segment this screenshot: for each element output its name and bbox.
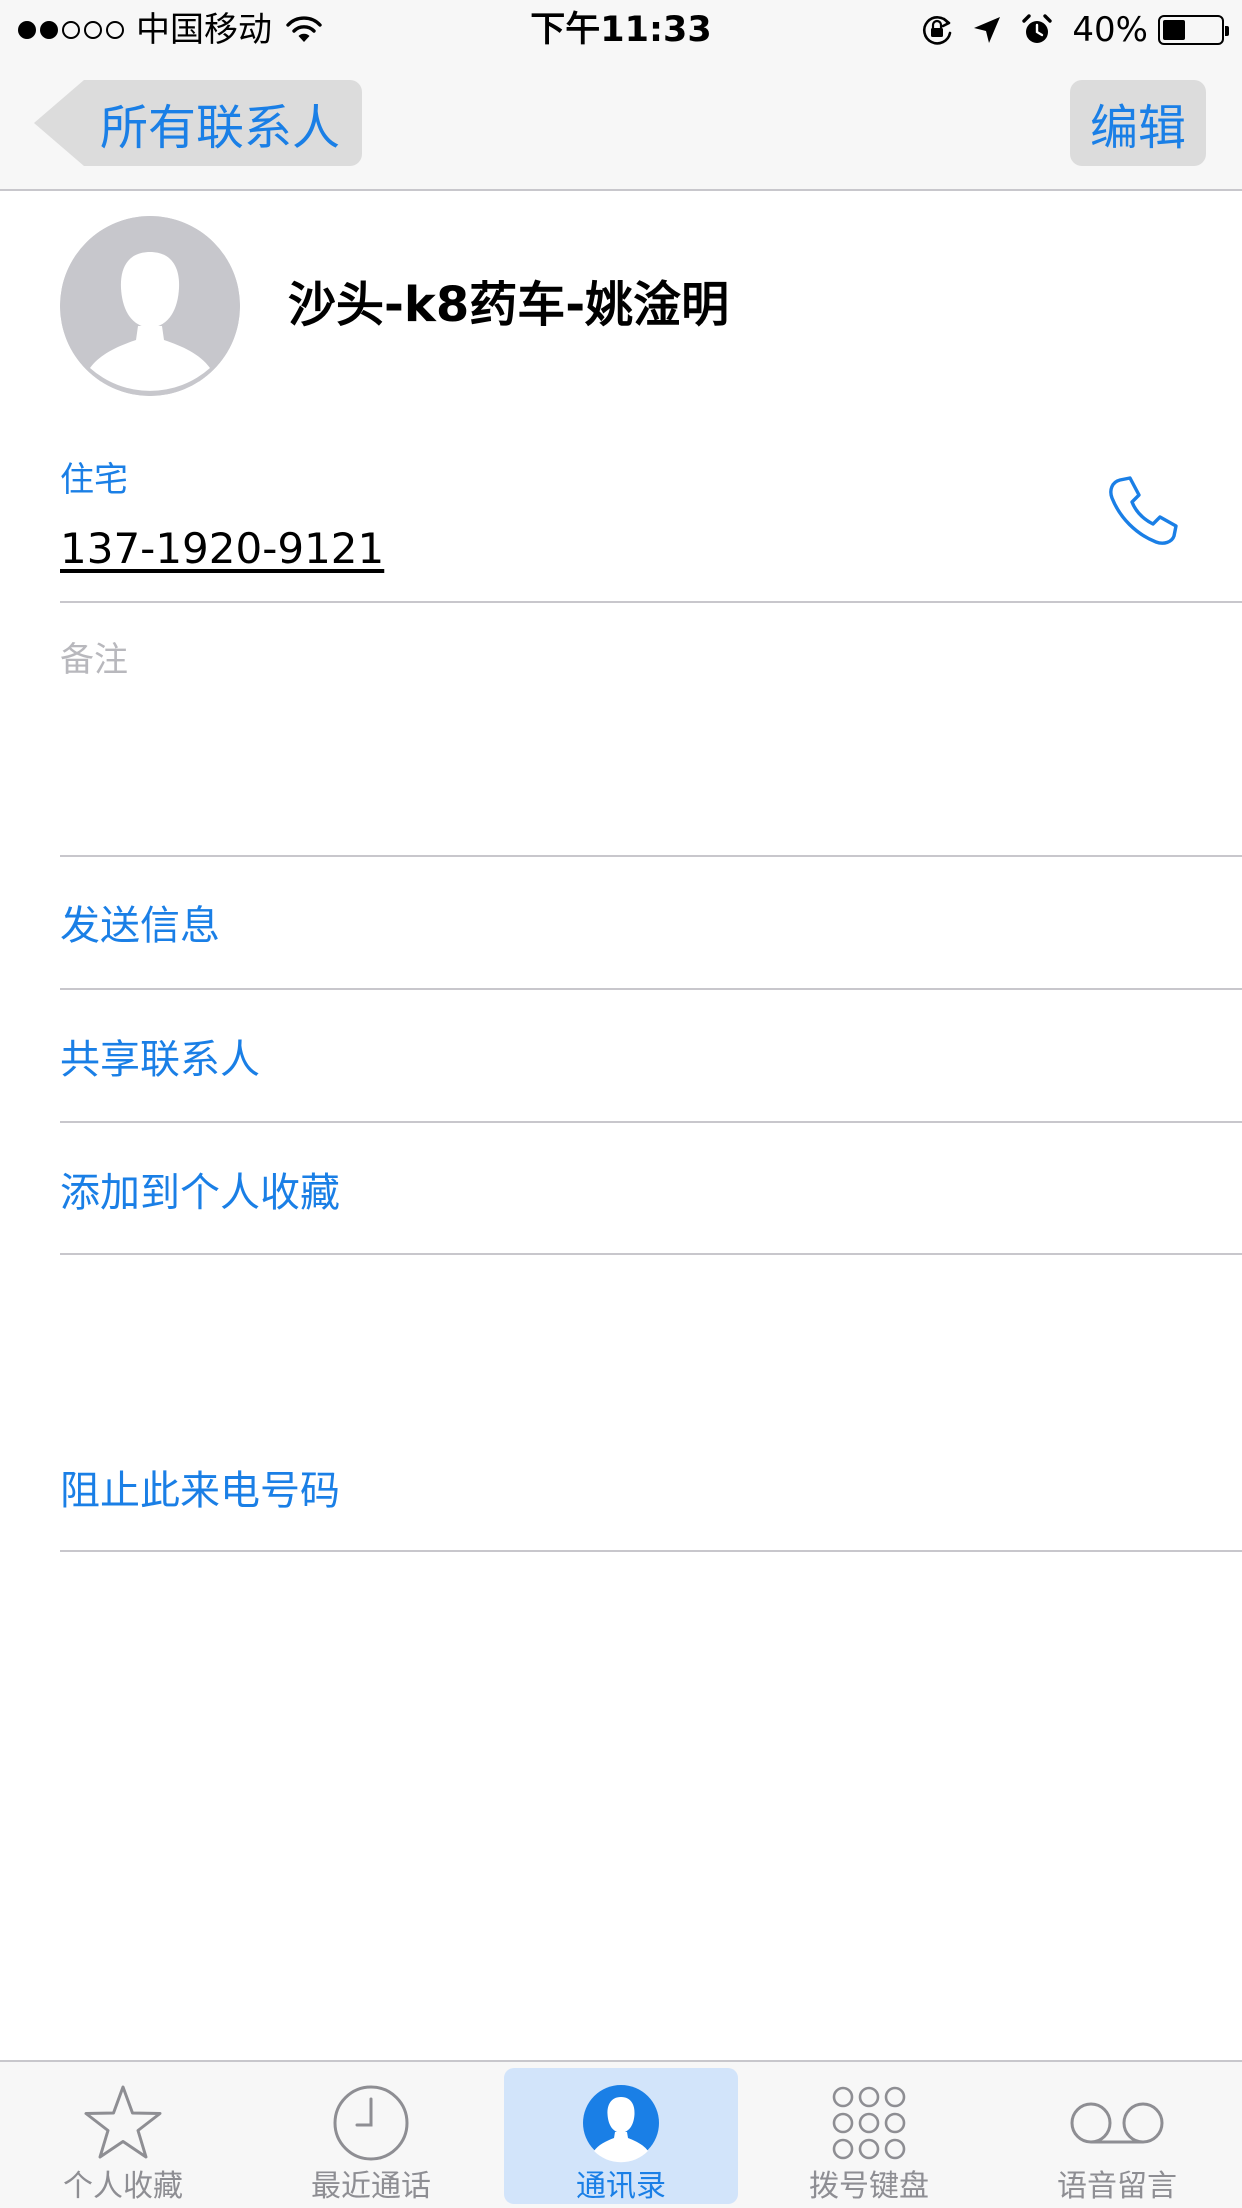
battery-icon	[1158, 15, 1229, 45]
tab-favorites[interactable]: 个人收藏	[6, 2068, 240, 2204]
edit-button[interactable]: 编辑	[1069, 80, 1206, 166]
divider	[60, 1121, 1242, 1123]
back-button[interactable]: 所有联系人	[34, 80, 363, 166]
person-silhouette-icon	[60, 216, 240, 396]
tab-voicemail[interactable]: 语音留言	[1000, 2068, 1234, 2204]
tab-recents[interactable]: 最近通话	[254, 2068, 488, 2204]
tab-keypad[interactable]: 拨号键盘	[752, 2068, 986, 2204]
add-to-favorites-button[interactable]: 添加到个人收藏	[60, 1165, 340, 1221]
battery-level	[1163, 20, 1185, 40]
star-icon	[6, 2082, 240, 2164]
back-chevron-icon	[34, 80, 84, 166]
contacts-person-icon	[504, 2082, 738, 2164]
battery-tip	[1225, 26, 1229, 36]
tab-label: 语音留言	[1057, 2169, 1177, 2204]
status-bar: 中国移动 下午11:33 40%	[0, 0, 1242, 60]
contact-name: 沙头-k8药车-姚淦明	[288, 277, 730, 333]
phone-type-label: 住宅	[60, 460, 128, 500]
voicemail-icon	[1000, 2082, 1234, 2164]
send-message-button[interactable]: 发送信息	[60, 898, 220, 954]
divider	[60, 1253, 1242, 1255]
clock-icon	[254, 2082, 488, 2164]
tab-label: 个人收藏	[63, 2169, 183, 2204]
block-caller-button[interactable]: 阻止此来电号码	[60, 1463, 340, 1519]
alarm-icon	[1020, 13, 1054, 47]
status-right: 40%	[902, 10, 1229, 50]
back-button-label: 所有联系人	[100, 100, 341, 156]
divider	[60, 1550, 1242, 1552]
divider	[60, 601, 1242, 603]
orientation-lock-icon	[920, 13, 954, 47]
edit-button-label: 编辑	[1089, 100, 1186, 156]
avatar	[60, 216, 240, 396]
share-contact-button[interactable]: 共享联系人	[60, 1032, 260, 1088]
tab-label: 拨号键盘	[809, 2169, 929, 2204]
divider	[60, 988, 1242, 990]
notes-label: 备注	[60, 640, 128, 680]
back-button-body: 所有联系人	[84, 80, 363, 166]
location-arrow-icon	[972, 15, 1002, 45]
navigation-bar: 所有联系人 编辑	[0, 60, 1242, 191]
divider	[60, 855, 1242, 857]
tab-label: 通讯录	[576, 2169, 666, 2204]
tab-contacts[interactable]: 通讯录	[504, 2068, 738, 2204]
battery-percent: 40%	[1072, 10, 1148, 50]
keypad-icon	[752, 2082, 986, 2164]
phone-number-link[interactable]: 137-1920-9121	[60, 522, 384, 576]
tab-label: 最近通话	[311, 2169, 431, 2204]
phone-call-icon[interactable]	[1106, 474, 1180, 548]
notes-field[interactable]	[60, 690, 1180, 840]
tab-bar: 个人收藏 最近通话 通讯录 拨号键盘 语音留言	[0, 2060, 1242, 2208]
